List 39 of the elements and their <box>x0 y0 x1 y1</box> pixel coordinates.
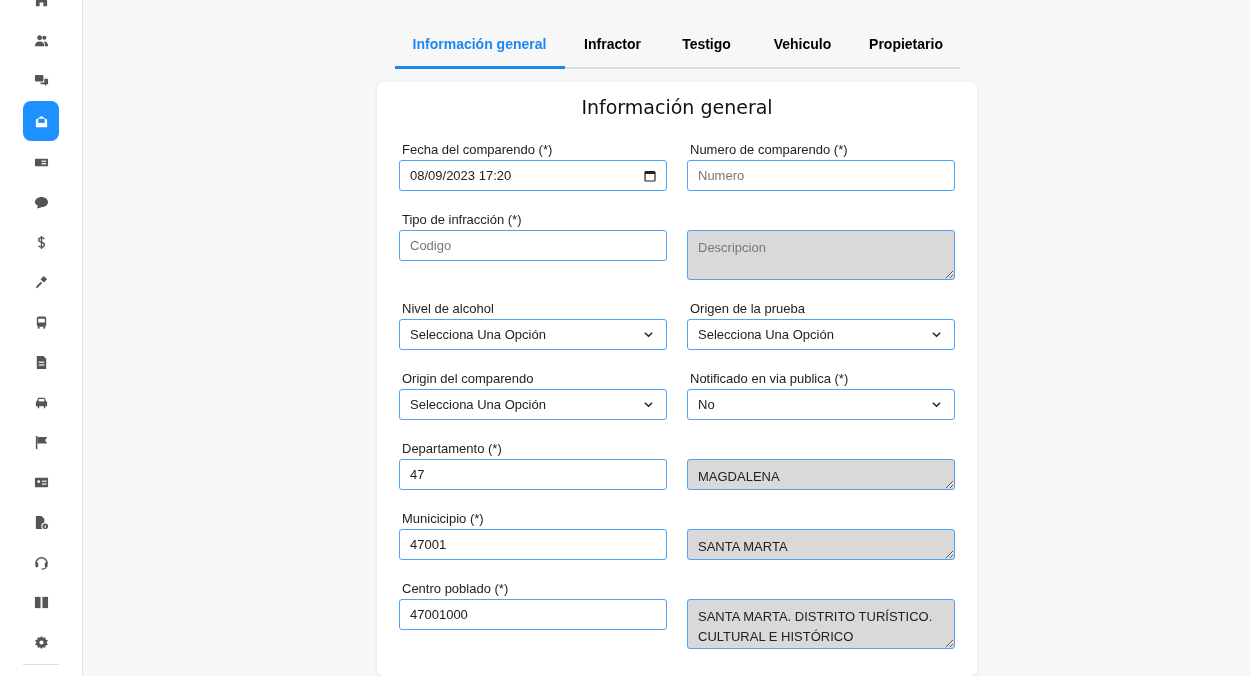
users-icon[interactable] <box>33 32 49 48</box>
field-label: Notificado en via publica (*) <box>690 371 850 386</box>
input-field[interactable]: 47001 <box>399 529 667 560</box>
field-label: Municicipio (*) <box>402 511 485 526</box>
field-label: Numero de comparendo (*) <box>690 142 849 157</box>
field-label: Fecha del comparendo (*) <box>402 142 554 157</box>
field-label: Origen de la prueba <box>690 301 806 316</box>
field-label: Centro poblado (*) <box>402 581 510 596</box>
tab[interactable]: Propietario <box>852 26 960 69</box>
date-field[interactable]: 08/09/2023 17:20 <box>399 160 667 191</box>
field-label: Nivel de alcohol <box>402 301 495 316</box>
chevron-down-icon <box>931 399 942 410</box>
calendar-icon[interactable] <box>644 169 656 182</box>
input-field[interactable]: Codigo <box>399 230 667 261</box>
input-field[interactable]: 47001000 <box>399 599 667 630</box>
chevron-down-icon <box>643 329 654 340</box>
form-title: Información general <box>580 96 774 118</box>
select-field[interactable]: No <box>687 389 955 420</box>
field-label: Tipo de infracción (*) <box>402 212 523 227</box>
input-field[interactable]: Numero <box>687 160 955 191</box>
tab[interactable]: Vehiculo <box>752 26 853 69</box>
input-field[interactable]: 47 <box>399 459 667 490</box>
book-icon[interactable] <box>33 594 49 610</box>
tab[interactable]: Testigo <box>660 26 753 69</box>
chat-icon[interactable] <box>33 72 49 88</box>
select-field[interactable]: Selecciona Una Opción <box>399 389 667 420</box>
select-field[interactable]: Selecciona Una Opción <box>687 319 955 350</box>
headset-icon[interactable] <box>33 554 49 570</box>
chevron-down-icon <box>931 329 942 340</box>
file-info-icon[interactable] <box>33 514 49 530</box>
tab[interactable]: Infractor <box>564 26 661 69</box>
select-field[interactable]: Selecciona Una Opción <box>399 319 667 350</box>
field-label: Origin del comparendo <box>402 371 535 386</box>
settings-icon[interactable] <box>33 634 49 650</box>
chevron-down-icon <box>643 399 654 410</box>
field-label: Departamento (*) <box>402 441 503 456</box>
flag-icon[interactable] <box>33 434 49 450</box>
inbox-icon <box>33 113 49 129</box>
sidebar-item[interactable] <box>23 101 59 141</box>
